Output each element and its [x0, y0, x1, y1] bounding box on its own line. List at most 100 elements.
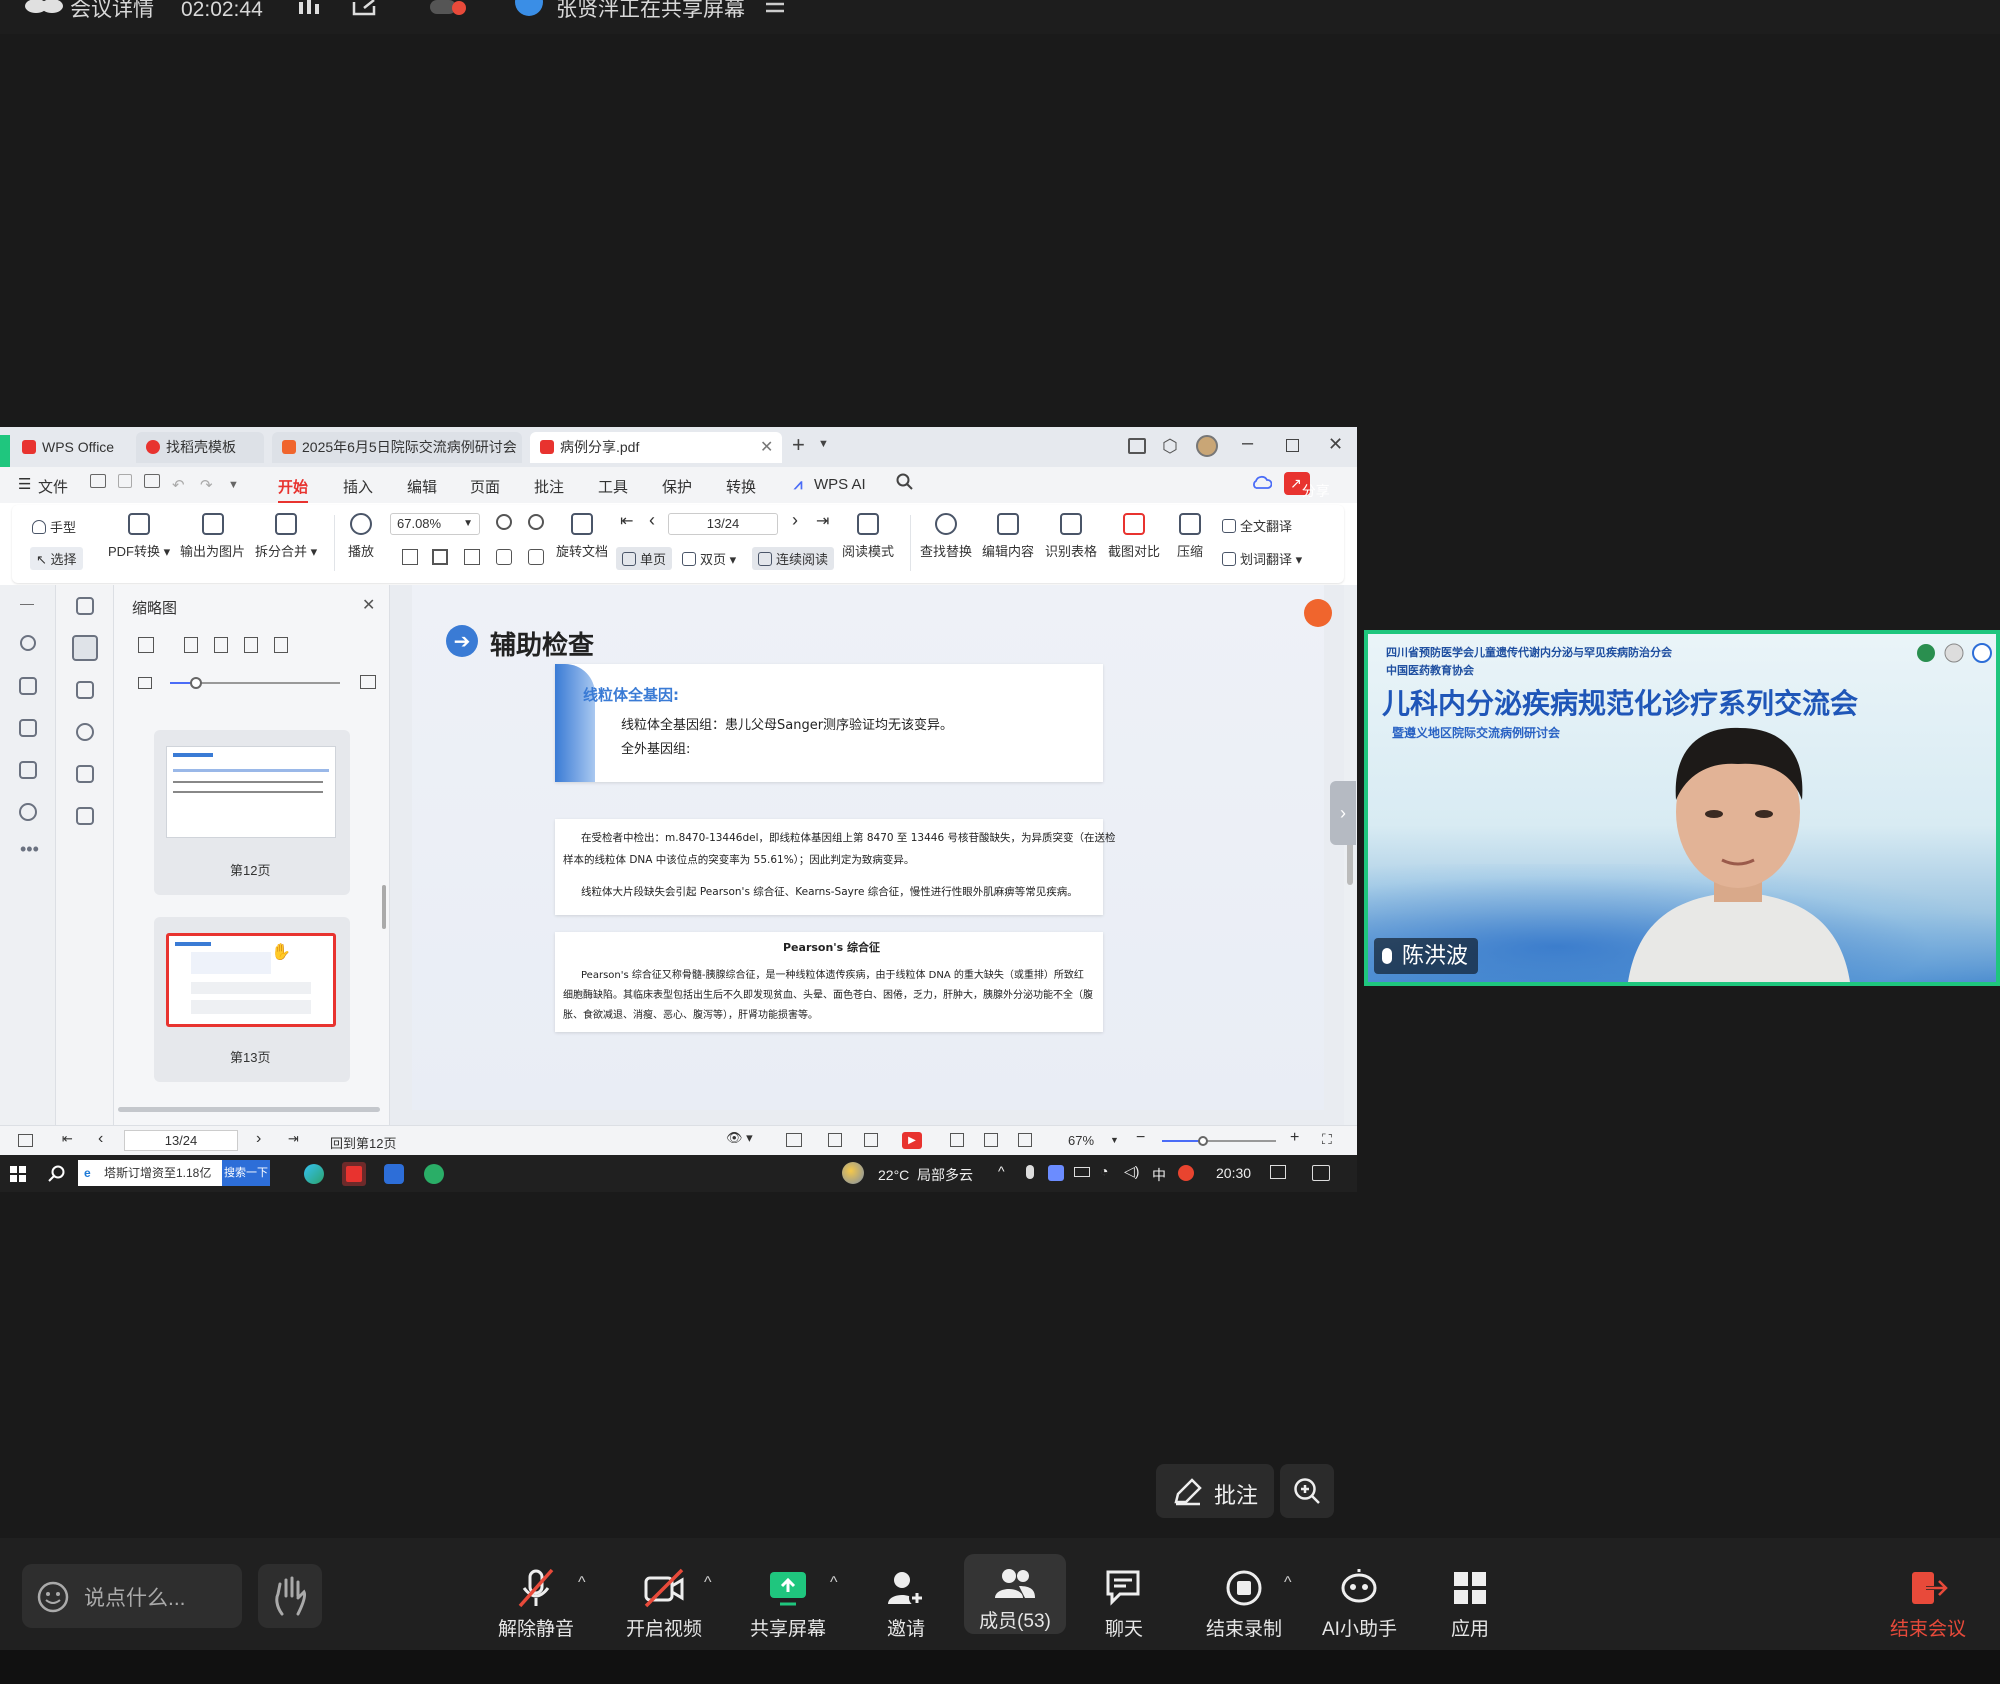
signature-icon[interactable]	[76, 765, 94, 783]
quick-save-icon[interactable]	[118, 474, 132, 488]
menu-edit[interactable]: 编辑	[407, 476, 437, 497]
quick-more-chevron-icon[interactable]: ▼	[228, 479, 239, 491]
fullscreen-icon[interactable]: ⛶	[1322, 1131, 1332, 1148]
thumbnail-page-13[interactable]: ✋ 第13页	[154, 917, 350, 1082]
record-options-chevron-icon[interactable]: ^	[1284, 1574, 1292, 1592]
thumbnail-size-handle[interactable]	[190, 677, 202, 689]
tab-wps-office[interactable]: WPS Office	[12, 432, 130, 463]
taskbar-search-icon[interactable]	[48, 1165, 66, 1183]
edge-icon[interactable]	[304, 1164, 324, 1184]
notification-icon[interactable]	[1312, 1165, 1330, 1181]
thumb-add-page-icon[interactable]	[184, 637, 198, 653]
last-page-icon[interactable]: ⇥	[816, 511, 829, 531]
menu-convert[interactable]: 转换	[726, 476, 756, 497]
sidebar-toggle-icon[interactable]	[18, 1134, 33, 1147]
tab-pdf-file[interactable]: 病例分享.pdf	[530, 432, 782, 463]
start-video-button[interactable]: 开启视频	[626, 1568, 702, 1641]
emoji-icon[interactable]	[36, 1580, 70, 1614]
menu-annotate[interactable]: 批注	[534, 476, 564, 497]
tray-mic-icon[interactable]	[1026, 1165, 1034, 1179]
tab-template[interactable]: 找稻壳模板	[136, 432, 264, 463]
view-fit-icon[interactable]	[786, 1133, 802, 1147]
status-zoom-out-icon[interactable]: −	[1136, 1129, 1145, 1147]
restore-icon[interactable]	[1286, 439, 1299, 452]
tray-chevron-icon[interactable]: ^	[998, 1163, 1005, 1179]
floating-export-icon[interactable]	[1304, 599, 1332, 627]
menu-protect[interactable]: 保护	[662, 476, 692, 497]
raise-hand-button[interactable]	[258, 1564, 322, 1628]
annotate-button[interactable]: 批注	[1156, 1464, 1274, 1518]
view-single-icon[interactable]	[828, 1133, 842, 1147]
play-red-icon[interactable]: ▶	[902, 1132, 922, 1149]
meeting-details-link[interactable]: 会议详情	[70, 0, 154, 20]
user-avatar-icon[interactable]	[1196, 435, 1218, 457]
view-actual-icon[interactable]	[1018, 1133, 1032, 1147]
status-zoom-chevron-icon[interactable]: ▼	[1110, 1135, 1119, 1145]
word-translate-button[interactable]: 划词翻译 ▾	[1222, 549, 1302, 568]
share-options-chevron-icon[interactable]: ^	[830, 1574, 838, 1592]
thumbnail-page-12[interactable]: 第12页	[154, 730, 350, 895]
read-mode-button[interactable]: 阅读模式	[842, 513, 894, 560]
rotate-left-icon[interactable]	[496, 549, 512, 565]
single-page-button[interactable]: 单页	[616, 547, 673, 570]
double-page-button[interactable]: 双页 ▾	[682, 549, 736, 568]
rotate-right-icon[interactable]	[528, 549, 544, 565]
invite-button[interactable]: 邀请	[886, 1568, 926, 1641]
comment-icon[interactable]	[76, 681, 94, 699]
video-options-chevron-icon[interactable]: ^	[704, 1574, 712, 1592]
pdf-convert-button[interactable]: PDF转换 ▾	[108, 513, 170, 560]
rail-help-icon[interactable]	[19, 803, 37, 821]
prev-page-icon[interactable]: ‹	[649, 510, 655, 531]
actual-size-icon[interactable]	[464, 549, 480, 565]
rail-bookmark-check-icon[interactable]	[19, 761, 37, 779]
lark-icon[interactable]	[384, 1164, 404, 1184]
status-zoom-handle[interactable]	[1198, 1136, 1208, 1146]
zoom-in-icon[interactable]	[528, 514, 544, 530]
thumb-large-image-icon[interactable]	[360, 675, 376, 689]
thumb-insert-icon[interactable]	[214, 637, 228, 653]
thumb-copy-icon[interactable]	[274, 637, 288, 653]
share-screen-button[interactable]: 共享屏幕	[750, 1568, 826, 1641]
status-zoom-slider[interactable]	[1162, 1136, 1276, 1146]
thumbnail-hscrollbar[interactable]	[118, 1107, 380, 1112]
end-recording-button[interactable]: 结束录制	[1206, 1568, 1282, 1641]
thumb-small-image-icon[interactable]	[138, 677, 152, 689]
eye-protect-icon[interactable]: 👁 ▾	[726, 1130, 753, 1146]
window-layout-icon[interactable]	[1128, 438, 1146, 454]
unmute-button[interactable]: 解除静音	[498, 1568, 574, 1641]
zoom-view-button[interactable]	[1280, 1464, 1334, 1518]
quick-print-icon[interactable]	[144, 474, 160, 488]
close-panel-icon[interactable]: ✕	[362, 595, 375, 615]
status-prev-page-icon[interactable]: ‹	[98, 1130, 103, 1148]
status-first-page-icon[interactable]: ⇤	[62, 1131, 73, 1147]
tray-desktop-icon[interactable]	[1270, 1165, 1286, 1179]
members-button[interactable]: 成员(53)	[964, 1554, 1066, 1634]
signal-icon[interactable]	[298, 0, 320, 14]
quick-chat-input[interactable]: 说点什么...	[22, 1564, 242, 1628]
thumbnail-panel-scrollbar[interactable]	[382, 885, 386, 929]
bookmark-icon[interactable]	[76, 597, 94, 615]
split-merge-button[interactable]: 拆分合并 ▾	[255, 513, 317, 560]
rail-search-icon[interactable]	[20, 635, 36, 651]
cloud-upload-icon[interactable]	[1252, 474, 1272, 490]
thumbnail-icon[interactable]	[72, 635, 98, 661]
quick-open-icon[interactable]	[90, 474, 106, 488]
close-window-icon[interactable]: ✕	[1328, 434, 1343, 455]
export-image-button[interactable]: 输出为图片	[180, 513, 245, 560]
taskbar-search-button[interactable]: 搜索一下	[222, 1160, 270, 1186]
tray-sogou-icon[interactable]	[1178, 1165, 1194, 1181]
weather-text[interactable]: 22°C 局部多云	[878, 1165, 973, 1185]
find-replace-button[interactable]: 查找替换	[920, 513, 972, 560]
audio-options-chevron-icon[interactable]: ^	[578, 1574, 586, 1592]
zoom-out-icon[interactable]	[496, 514, 512, 530]
status-page-input[interactable]: 13/24	[124, 1130, 238, 1151]
tab-ppt-file[interactable]: 2025年6月5日院际交流病例研讨会	[272, 432, 522, 463]
tray-ime[interactable]: 中	[1152, 1165, 1166, 1185]
ai-assistant-button[interactable]: AI小助手	[1322, 1568, 1397, 1641]
share-menu-icon[interactable]	[764, 0, 786, 14]
status-last-page-icon[interactable]: ⇥	[288, 1131, 299, 1147]
tray-app-icon[interactable]	[1048, 1165, 1064, 1181]
expand-right-panel-button[interactable]: ›	[1330, 781, 1356, 845]
select-tool-button[interactable]: ↖ 选择	[30, 547, 83, 570]
wps-taskbar-icon[interactable]	[342, 1162, 366, 1186]
